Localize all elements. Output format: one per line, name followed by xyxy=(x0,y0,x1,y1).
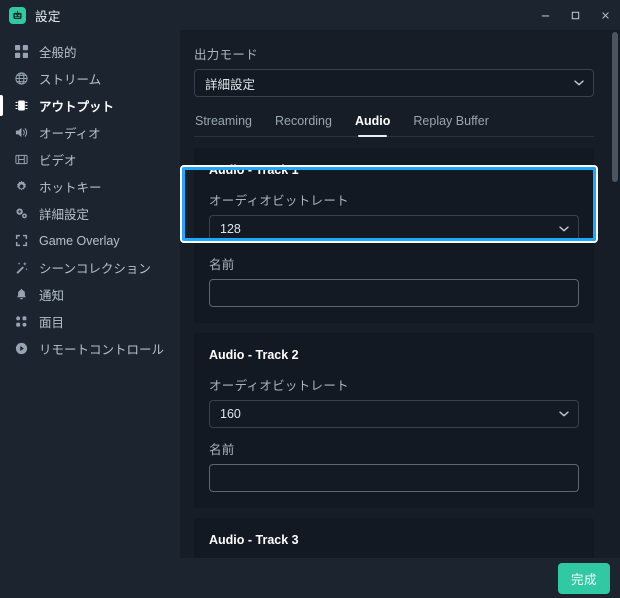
track-title: Audio - Track 1 xyxy=(209,163,299,177)
output-mode-group: 出力モード 詳細設定 xyxy=(194,44,594,97)
robot-app-icon xyxy=(9,6,26,24)
bitrate-select[interactable]: 160 xyxy=(209,400,579,428)
output-tabs: Streaming Recording Audio Replay Buffer xyxy=(194,114,594,137)
chevron-down-icon xyxy=(559,411,569,418)
track-name-label: 名前 xyxy=(209,258,235,272)
play-circle-icon xyxy=(14,341,29,356)
audio-track-card: Audio - Track 1 オーディオビットレート 128 名前 xyxy=(194,148,594,323)
audio-track-card: Audio - Track 2 オーディオビットレート 160 名前 xyxy=(194,333,594,508)
output-mode-select[interactable]: 詳細設定 xyxy=(194,69,594,97)
sidebar-item-output[interactable]: アウトプット xyxy=(0,92,180,119)
sidebar-item-label: 詳細設定 xyxy=(39,208,90,222)
output-mode-value: 詳細設定 xyxy=(205,77,256,92)
globe-icon xyxy=(14,71,29,86)
gear-icon xyxy=(14,179,29,194)
track-title: Audio - Track 2 xyxy=(209,348,299,362)
sidebar-item-advanced[interactable]: 詳細設定 xyxy=(0,200,180,227)
sidebar-item-label: 面目 xyxy=(39,316,65,330)
speaker-icon xyxy=(14,125,29,140)
bell-icon xyxy=(14,287,29,302)
window-controls xyxy=(530,0,620,30)
sidebar-item-remote-control[interactable]: リモートコントロール xyxy=(0,335,180,362)
main-content: 出力モード 詳細設定 Streaming Recording Audio Rep… xyxy=(180,30,620,558)
title-bar-left: 設定 xyxy=(0,6,61,25)
chevron-down-icon xyxy=(574,80,584,87)
scrollbar-thumb[interactable] xyxy=(612,32,618,182)
tab-streaming[interactable]: Streaming xyxy=(194,114,253,136)
expand-corners-icon xyxy=(14,233,29,248)
tab-replay-buffer[interactable]: Replay Buffer xyxy=(412,114,490,136)
sidebar-item-label: アウトプット xyxy=(39,100,115,114)
track-title: Audio - Track 3 xyxy=(209,533,299,547)
window-body: 全般的 ストリーム アウトプット オーディオ ビデオ ホットキー 詳細設定 Ga… xyxy=(0,30,620,558)
sidebar-item-appearance[interactable]: 面目 xyxy=(0,308,180,335)
track-name-input[interactable] xyxy=(209,279,579,307)
settings-main-panel: 出力モード 詳細設定 Streaming Recording Audio Rep… xyxy=(180,30,620,558)
film-icon xyxy=(14,152,29,167)
main-scrollbar[interactable] xyxy=(610,30,620,558)
sidebar-item-stream[interactable]: ストリーム xyxy=(0,65,180,92)
chip-icon xyxy=(14,98,29,113)
tab-audio[interactable]: Audio xyxy=(354,114,391,137)
sidebar-item-label: シーンコレクション xyxy=(39,262,151,276)
maximize-icon[interactable] xyxy=(560,0,590,30)
sidebar-item-label: 通知 xyxy=(39,289,65,303)
bitrate-select[interactable]: 128 xyxy=(209,215,579,243)
title-bar: 設定 xyxy=(0,0,620,30)
tab-recording[interactable]: Recording xyxy=(274,114,333,136)
bitrate-value: 128 xyxy=(220,222,241,236)
sidebar-item-audio[interactable]: オーディオ xyxy=(0,119,180,146)
dots-grid-icon xyxy=(14,314,29,329)
output-mode-label: 出力モード xyxy=(194,48,259,62)
audio-tracks-list: Audio - Track 1 オーディオビットレート 128 名前 Audio xyxy=(194,148,594,558)
track-name-label: 名前 xyxy=(209,443,235,457)
sidebar-item-label: リモートコントロール xyxy=(39,343,165,357)
bitrate-label: オーディオビットレート xyxy=(209,194,349,208)
close-icon[interactable] xyxy=(590,0,620,30)
settings-sidebar: 全般的 ストリーム アウトプット オーディオ ビデオ ホットキー 詳細設定 Ga… xyxy=(0,30,180,558)
grid-icon xyxy=(14,44,29,59)
sidebar-item-general[interactable]: 全般的 xyxy=(0,38,180,65)
minimize-icon[interactable] xyxy=(530,0,560,30)
sidebar-item-label: ビデオ xyxy=(39,154,77,168)
sparkle-wand-icon xyxy=(14,260,29,275)
footer-bar: 完成 xyxy=(0,558,620,598)
bitrate-value: 160 xyxy=(220,407,241,421)
done-button[interactable]: 完成 xyxy=(557,562,610,594)
settings-window: 設定 全般的 ストリーム アウトプット オーディオ ビデオ ホットキー 詳細設定… xyxy=(0,0,620,598)
sidebar-item-label: ホットキー xyxy=(39,181,102,195)
sidebar-item-label: ストリーム xyxy=(39,73,102,87)
sidebar-item-notifications[interactable]: 通知 xyxy=(0,281,180,308)
chevron-down-icon xyxy=(559,226,569,233)
audio-track-card: Audio - Track 3 オーディオビットレート 160 名前 xyxy=(194,518,594,558)
sidebar-item-game-overlay[interactable]: Game Overlay xyxy=(0,227,180,254)
bitrate-label: オーディオビットレート xyxy=(209,379,349,393)
sidebar-item-hotkeys[interactable]: ホットキー xyxy=(0,173,180,200)
window-title: 設定 xyxy=(35,9,61,24)
track-name-input[interactable] xyxy=(209,464,579,492)
sidebar-item-label: オーディオ xyxy=(39,127,101,141)
sidebar-item-scene-collection[interactable]: シーンコレクション xyxy=(0,254,180,281)
sidebar-item-video[interactable]: ビデオ xyxy=(0,146,180,173)
sidebar-item-label: 全般的 xyxy=(39,46,77,60)
sidebar-item-label: Game Overlay xyxy=(39,233,120,248)
gears-icon xyxy=(14,206,29,221)
